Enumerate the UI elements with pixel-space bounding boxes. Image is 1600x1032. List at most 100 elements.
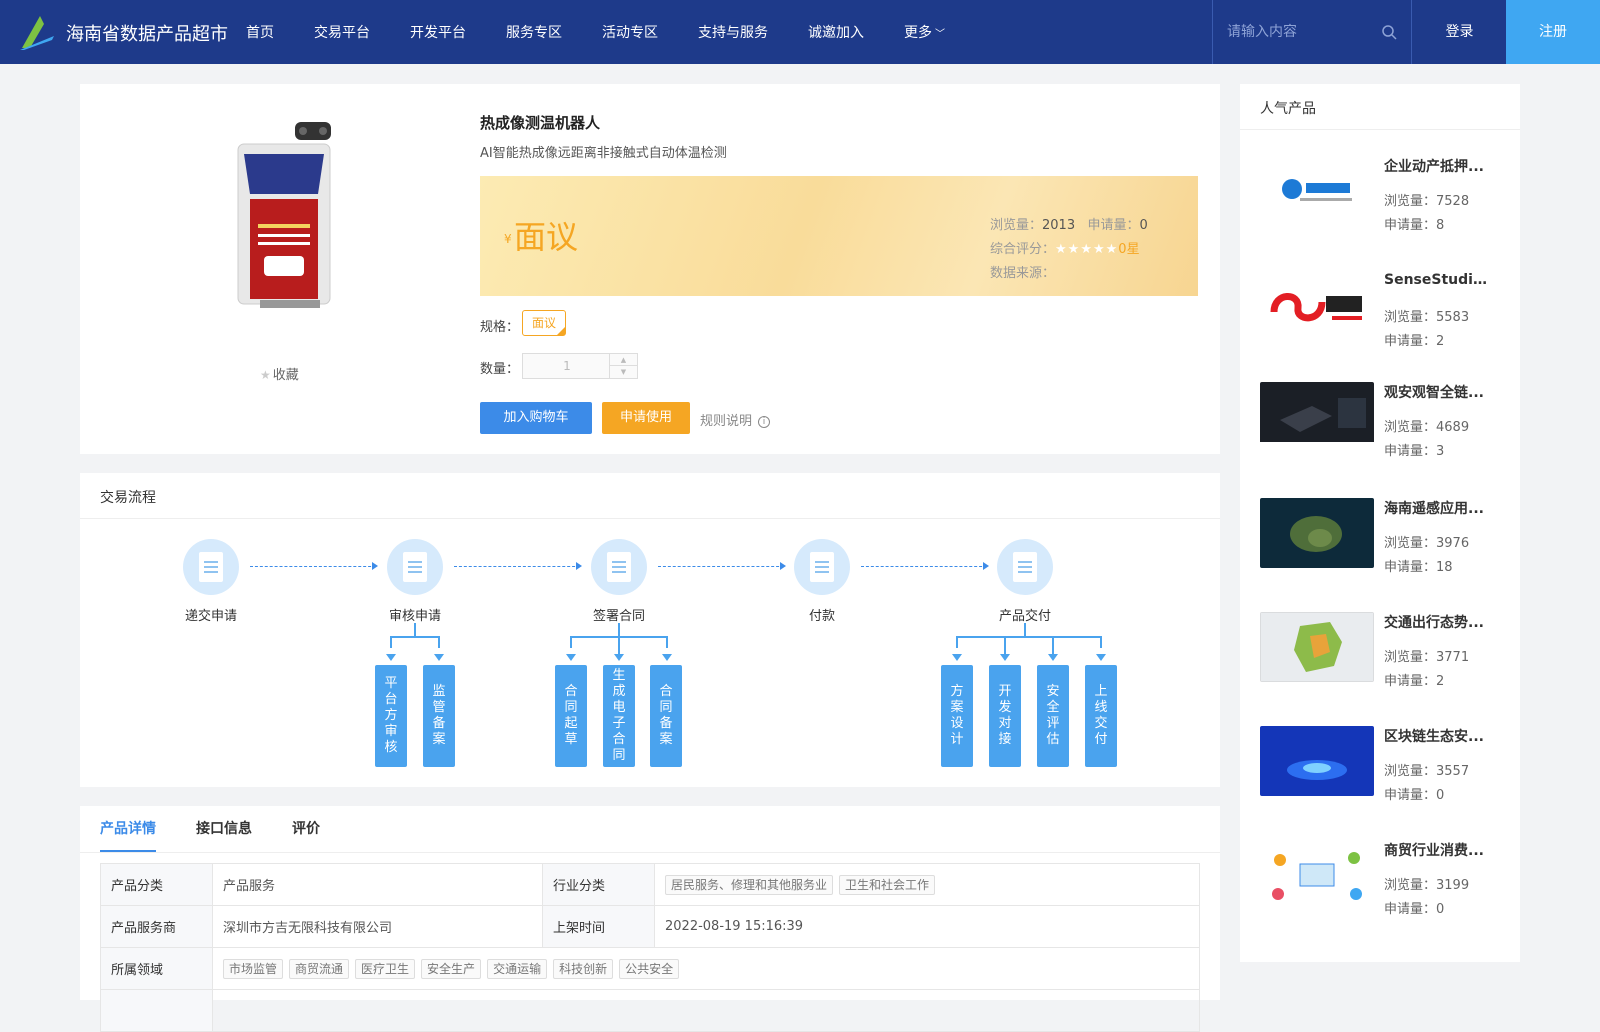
popular-product-item[interactable]: 海南遥感应用... 浏览量：3976 申请量：18 [1260, 498, 1510, 588]
tag[interactable]: 科技创新 [553, 958, 614, 979]
domain-tags: 市场监管 商贸流通 医疗卫生 安全生产 交通运输 科技创新 公共安全 [212, 947, 1200, 990]
table-value: 深圳市方吉无限科技有限公司 [212, 905, 543, 948]
product-applies: 申请量：8 [1384, 218, 1445, 233]
flow-step-payment: 付款 [762, 539, 882, 624]
product-title: 热成像测温机器人 [480, 114, 601, 132]
quantity-value[interactable]: 1 [523, 354, 611, 378]
add-to-cart-button[interactable]: 加入购物车 [480, 402, 592, 434]
tab-reviews[interactable]: 评价 [292, 806, 320, 852]
tag[interactable]: 医疗卫生 [355, 958, 416, 979]
table-value: 产品服务 [212, 863, 543, 906]
popular-product-item[interactable]: 企业动产抵押... 浏览量：7528 申请量：8 [1260, 156, 1510, 246]
sub-step: 上线交付 [1085, 665, 1117, 767]
popular-product-item[interactable]: SenseStudio... 浏览量：5583 申请量：2 [1260, 272, 1510, 362]
divider [80, 852, 1220, 853]
tag[interactable]: 市场监管 [223, 958, 284, 979]
nav-support[interactable]: 支持与服务 [698, 22, 768, 42]
spec-option[interactable]: 面议 [522, 310, 566, 336]
apply-button[interactable]: 申请使用 [602, 402, 690, 434]
nav-dev-platform[interactable]: 开发平台 [410, 22, 466, 42]
table-row [100, 989, 1200, 1032]
product-views: 浏览量：3557 [1384, 764, 1470, 779]
site-title[interactable]: 海南省数据产品超市 [66, 20, 228, 46]
rules-link[interactable]: 规则说明 i [700, 410, 771, 429]
branch-line [618, 637, 620, 655]
flow-step-label: 付款 [808, 609, 835, 624]
favorite-button[interactable]: ★ 收藏 [260, 364, 299, 383]
nav-join[interactable]: 诚邀加入 [808, 22, 864, 42]
arrow-down-icon [1096, 654, 1106, 661]
product-views: 浏览量：3199 [1384, 878, 1470, 893]
product-card: ★ 收藏 热成像测温机器人 AI智能热成像远距离非接触式自动体温检测 ¥ 面议 浏… [80, 84, 1220, 454]
spec-label: 规格： [480, 320, 520, 335]
nav-more-label: 更多 [904, 25, 932, 41]
tag[interactable]: 公共安全 [619, 958, 680, 979]
branch-bracket [390, 636, 440, 648]
popular-product-item[interactable]: 交通出行态势... 浏览量：3771 申请量：2 [1260, 612, 1510, 702]
arrow-down-icon [662, 654, 672, 661]
branch-line [618, 623, 620, 637]
spec-option-label: 面议 [531, 316, 556, 330]
favorite-label: 收藏 [272, 368, 299, 383]
sub-step: 合同起草 [555, 665, 587, 767]
flow-step-label: 产品交付 [998, 609, 1051, 624]
blockchain-icon [1260, 726, 1374, 796]
quantity-stepper[interactable]: 1 ▲ ▼ [522, 353, 638, 379]
decrement-icon[interactable]: ▼ [610, 366, 637, 378]
branch-bracket [956, 636, 1102, 648]
search-input[interactable] [1227, 22, 1377, 42]
trade-flow-card: 交易流程 递交申请 审核申请 签署合同 付款 产品交付 平台方审核 监管备案 合… [80, 473, 1220, 787]
currency-symbol: ¥ [504, 232, 512, 246]
product-name: 企业动产抵押... [1384, 159, 1484, 175]
tag[interactable]: 交通运输 [487, 958, 548, 979]
delivery-doc-icon [997, 539, 1053, 595]
top-navbar: 海南省数据产品超市 首页 交易平台 开发平台 服务专区 活动专区 支持与服务 诚… [0, 0, 1600, 64]
search-box [1212, 0, 1412, 64]
product-applies: 申请量：3 [1384, 444, 1445, 459]
nav-more[interactable]: 更多 ﹀ [904, 22, 945, 42]
sub-step: 监管备案 [423, 665, 455, 767]
arrow-down-icon [952, 654, 962, 661]
tag[interactable]: 居民服务、修理和其他服务业 [665, 874, 834, 895]
popular-product-item[interactable]: 区块链生态安... 浏览量：3557 申请量：0 [1260, 726, 1510, 816]
product-name: 交通出行态势... [1384, 615, 1484, 631]
payment-icon [794, 539, 850, 595]
divider [1240, 129, 1520, 130]
search-icon[interactable] [1381, 24, 1397, 40]
product-views: 浏览量：3771 [1384, 650, 1470, 665]
register-button[interactable]: 注册 [1506, 0, 1600, 64]
table-key: 产品服务商 [100, 905, 213, 948]
tianyancha-logo-icon [1260, 156, 1374, 226]
arrow-down-icon [1048, 654, 1058, 661]
product-subtitle: AI智能热成像远距离非接触式自动体温检测 [480, 146, 727, 161]
tab-api-info[interactable]: 接口信息 [196, 806, 252, 852]
table-row: 产品服务商 深圳市方吉无限科技有限公司 上架时间 2022-08-19 15:1… [100, 905, 1200, 948]
tab-product-detail[interactable]: 产品详情 [100, 806, 156, 852]
tag[interactable]: 安全生产 [421, 958, 482, 979]
branch-line [414, 623, 416, 637]
increment-icon[interactable]: ▲ [610, 354, 637, 366]
popular-product-item[interactable]: 观安观智全链... 浏览量：4689 申请量：3 [1260, 382, 1510, 472]
flow-step-review: 审核申请 [355, 539, 475, 624]
nav-trade-platform[interactable]: 交易平台 [314, 22, 370, 42]
table-key [100, 989, 213, 1032]
branch-line [1052, 637, 1054, 655]
qty-label: 数量： [480, 362, 520, 377]
rules-label: 规则说明 [700, 414, 753, 429]
nav-service-zone[interactable]: 服务专区 [506, 22, 562, 42]
rating-label: 综合评分： [990, 242, 1056, 257]
sub-step: 开发对接 [989, 665, 1021, 767]
product-views: 浏览量：4689 [1384, 420, 1470, 435]
popular-product-item[interactable]: 商贸行业消费... 浏览量：3199 申请量：0 [1260, 840, 1510, 930]
tag[interactable]: 卫生和社会工作 [839, 874, 936, 895]
product-views: 浏览量：7528 [1384, 194, 1470, 209]
login-button[interactable]: 登录 [1412, 0, 1507, 64]
site-logo-icon[interactable] [18, 12, 58, 52]
sub-step: 平台方审核 [375, 665, 407, 767]
nav-home[interactable]: 首页 [246, 22, 274, 42]
product-name: 海南遥感应用... [1384, 501, 1484, 517]
tag[interactable]: 商贸流通 [289, 958, 350, 979]
detail-table: 产品分类 产品服务 行业分类 居民服务、修理和其他服务业 卫生和社会工作 产品服务… [100, 863, 1200, 1032]
nav-activity-zone[interactable]: 活动专区 [602, 22, 658, 42]
sub-step: 生成电子合同 [603, 665, 635, 767]
